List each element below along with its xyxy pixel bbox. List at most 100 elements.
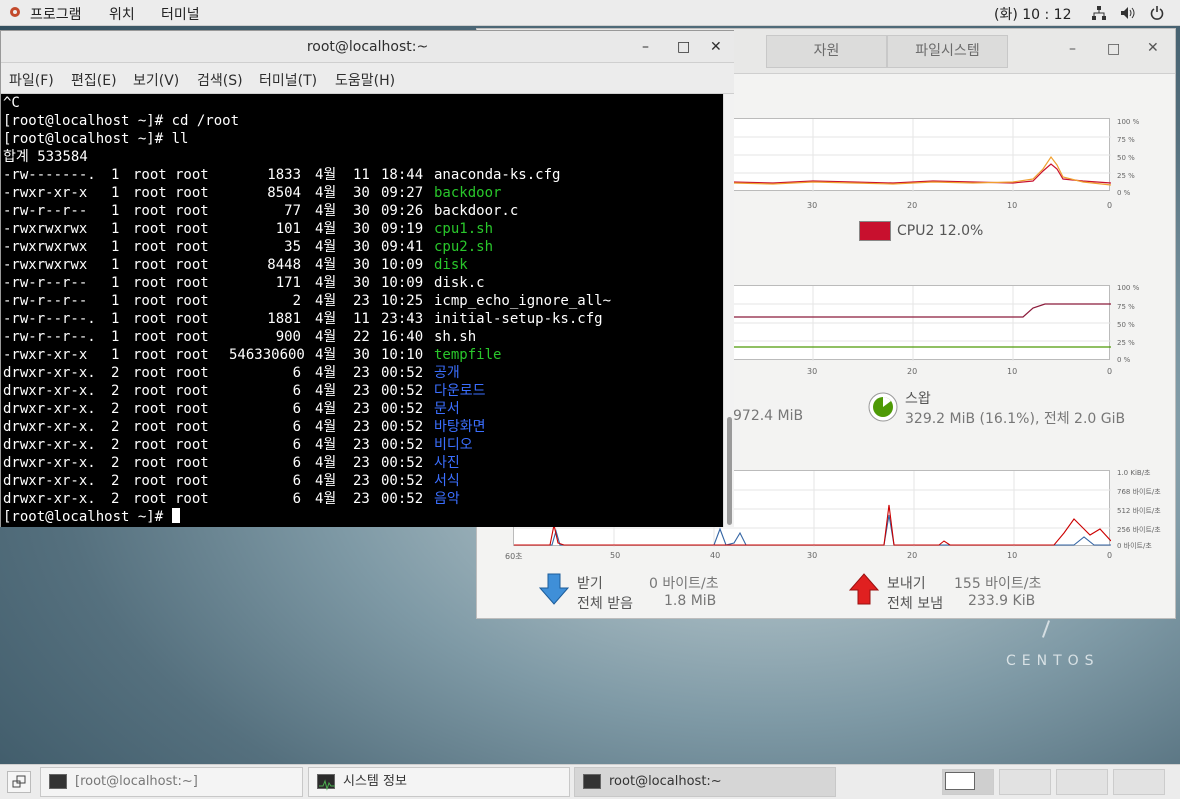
tab-resources[interactable]: 자원 — [766, 35, 887, 68]
cpu2-color-swatch[interactable] — [859, 221, 891, 241]
ls-mon: 4월 — [315, 275, 337, 291]
ls-g: root — [175, 383, 209, 399]
ls-g: root — [175, 167, 209, 183]
cpu-x-tick: 10 — [1007, 201, 1018, 210]
workspace-4[interactable] — [1113, 769, 1165, 795]
ls-perm: -rw-r--r-- — [3, 293, 88, 309]
prompt-line[interactable]: [root@localhost ~]# — [3, 508, 180, 526]
menu-edit[interactable]: 편집(E) — [71, 70, 117, 90]
network-x-tick: 20 — [907, 551, 918, 560]
ls-name: 비디오 — [434, 437, 473, 453]
minimize-button[interactable]: – — [1069, 41, 1076, 57]
memory-y-tick: 0 % — [1117, 356, 1131, 364]
ls-n: 1 — [111, 203, 120, 219]
upload-arrow-icon[interactable] — [849, 573, 879, 605]
ls-name: cpu2.sh — [434, 239, 494, 255]
programs-menu[interactable]: 프로그램 — [30, 4, 82, 24]
download-arrow-icon[interactable] — [539, 573, 569, 605]
task-terminal-minimized[interactable]: [root@localhost:~] — [40, 767, 303, 797]
ls-day: 30 — [353, 275, 370, 291]
network-y-tick: 768 바이트/초 — [1117, 488, 1161, 496]
ls-g: root — [175, 401, 209, 417]
workspace-1[interactable] — [942, 769, 994, 795]
menu-help[interactable]: 도움말(H) — [335, 70, 395, 90]
terminal-titlebar[interactable]: root@localhost:~ – □ ✕ — [1, 31, 734, 63]
ls-u: root — [133, 437, 167, 453]
ls-perm: -rw-r--r--. — [3, 329, 96, 345]
ls-perm: drwxr-xr-x. — [3, 365, 96, 381]
cpu-history-plot — [733, 119, 1111, 192]
ls-perm: drwxr-xr-x. — [3, 419, 96, 435]
menu-file[interactable]: 파일(F) — [9, 70, 54, 90]
show-desktop-icon — [12, 775, 26, 788]
ls-mon: 4월 — [315, 239, 337, 255]
volume-icon[interactable] — [1120, 6, 1136, 24]
terminal-app-menu[interactable]: 터미널 — [161, 4, 200, 24]
ls-size: 8504 — [267, 185, 301, 201]
ls-u: root — [133, 419, 167, 435]
menu-terminal[interactable]: 터미널(T) — [259, 70, 317, 90]
workspace-3[interactable] — [1056, 769, 1108, 795]
task-label: 시스템 정보 — [343, 774, 407, 789]
tab-filesystems[interactable]: 파일시스템 — [887, 35, 1008, 68]
swap-pie-icon[interactable] — [867, 391, 899, 423]
ls-day: 22 — [353, 329, 370, 345]
ls-u: root — [133, 221, 167, 237]
minimize-button[interactable]: – — [642, 31, 649, 63]
show-desktop-button[interactable] — [7, 771, 31, 793]
ls-u: root — [133, 185, 167, 201]
cpu-y-tick: 0 % — [1117, 189, 1131, 197]
network-x-tick: 10 — [1007, 551, 1018, 560]
workspace-2[interactable] — [999, 769, 1051, 795]
ls-g: root — [175, 455, 209, 471]
ls-day: 30 — [353, 221, 370, 237]
ls-name: 서식 — [434, 473, 460, 489]
ls-time: 09:41 — [381, 239, 424, 255]
ls-day: 23 — [353, 365, 370, 381]
ls-mon: 4월 — [315, 185, 337, 201]
ls-time: 16:40 — [381, 329, 424, 345]
total-sent-label: 전체 보냄 — [887, 596, 943, 612]
places-menu[interactable]: 위치 — [109, 4, 135, 24]
ls-u: root — [133, 383, 167, 399]
memory-y-tick: 75 % — [1117, 303, 1135, 311]
ls-n: 1 — [111, 293, 120, 309]
ls-u: root — [133, 401, 167, 417]
ls-day: 23 — [353, 383, 370, 399]
ls-mon: 4월 — [315, 401, 337, 417]
ls-time: 09:19 — [381, 221, 424, 237]
terminal-scrollbar[interactable] — [723, 94, 734, 527]
ls-time: 00:52 — [381, 401, 424, 417]
menu-view[interactable]: 보기(V) — [133, 70, 179, 90]
ls-time: 10:10 — [381, 347, 424, 363]
ls-n: 1 — [111, 329, 120, 345]
ls-mon: 4월 — [315, 257, 337, 273]
scrollbar-thumb[interactable] — [727, 417, 732, 525]
terminal-output[interactable]: ^C [root@localhost ~]# cd /root [root@lo… — [1, 94, 723, 527]
ls-n: 2 — [111, 437, 120, 453]
close-button[interactable]: ✕ — [1147, 40, 1159, 56]
ls-g: root — [175, 185, 209, 201]
ls-size: 77 — [284, 203, 301, 219]
ls-size: 6 — [292, 473, 301, 489]
maximize-button[interactable]: □ — [677, 31, 690, 63]
clock[interactable]: (화) 10 : 12 — [994, 4, 1072, 24]
ls-g: root — [175, 275, 209, 291]
applications-icon[interactable] — [8, 5, 22, 19]
power-icon[interactable] — [1150, 5, 1164, 24]
menu-search[interactable]: 검색(S) — [197, 70, 243, 90]
cpu-graph — [732, 118, 1111, 192]
ls-day: 23 — [353, 401, 370, 417]
task-terminal-active[interactable]: root@localhost:~ — [574, 767, 836, 797]
network-icon[interactable] — [1092, 6, 1106, 24]
ls-size: 1881 — [267, 311, 301, 327]
ls-size: 6 — [292, 491, 301, 507]
memory-y-tick: 100 % — [1117, 284, 1140, 292]
ls-name: 공개 — [434, 365, 460, 381]
maximize-button[interactable]: □ — [1107, 41, 1120, 57]
task-system-monitor[interactable]: 시스템 정보 — [308, 767, 570, 797]
network-y-tick: 1.0 KiB/초 — [1117, 469, 1151, 477]
close-button[interactable]: ✕ — [710, 31, 722, 63]
task-label: root@localhost:~ — [609, 774, 722, 789]
send-label: 보내기 — [887, 576, 926, 592]
